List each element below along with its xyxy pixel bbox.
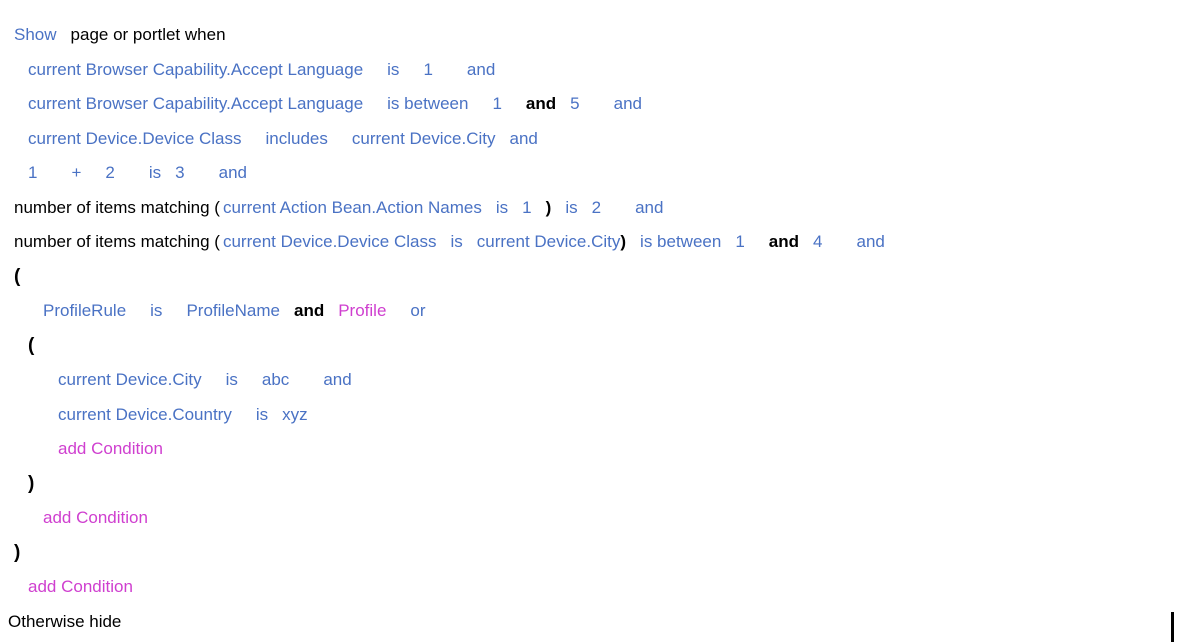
rule-target-label: page or portlet when xyxy=(70,25,226,44)
group-open-row-1: ( xyxy=(0,260,1180,295)
aggregate-prefix-5: number of items matching ( xyxy=(14,197,220,217)
condition-value-high-2[interactable]: 5 xyxy=(570,87,579,122)
condition-value-5[interactable]: 2 xyxy=(592,191,601,226)
condition-conjunction-4[interactable]: and xyxy=(219,156,247,191)
add-condition-row-middle: add Condition xyxy=(0,501,1180,536)
condition-value-10[interactable]: abc xyxy=(262,363,289,398)
condition-operator-2[interactable]: is between xyxy=(387,87,468,122)
condition-value-1[interactable]: 1 xyxy=(423,53,432,88)
text-caret xyxy=(1171,612,1174,642)
profile-link-8[interactable]: Profile xyxy=(338,294,386,329)
condition-conjunction-3[interactable]: and xyxy=(510,122,538,157)
condition-operator-8[interactable]: is xyxy=(150,294,162,329)
condition-value-11[interactable]: xyz xyxy=(282,398,308,433)
condition-value-4[interactable]: 3 xyxy=(175,156,184,191)
condition-inner-value-6[interactable]: current Device.City xyxy=(477,225,621,260)
condition-row-1: current Browser Capability.Accept Langua… xyxy=(0,53,1180,88)
condition-field-10[interactable]: current Device.City xyxy=(58,363,202,398)
condition-operand-a-4[interactable]: 1 xyxy=(28,156,37,191)
group-close-paren-2: ) xyxy=(28,472,35,494)
condition-value-8[interactable]: ProfileName xyxy=(186,294,280,329)
condition-field-3[interactable]: current Device.Device Class xyxy=(28,122,242,157)
add-condition-link-middle[interactable]: add Condition xyxy=(43,501,148,536)
rule-header-line: Show page or portlet when xyxy=(0,18,1180,53)
group-close-row-1: ) xyxy=(0,536,1180,571)
otherwise-hide-label: Otherwise hide xyxy=(8,611,122,631)
show-action-selector[interactable]: Show xyxy=(14,18,57,53)
condition-value-3[interactable]: current Device.City xyxy=(352,122,496,157)
condition-conjunction-6[interactable]: and xyxy=(857,225,885,260)
add-condition-link-outer[interactable]: add Condition xyxy=(28,570,133,605)
condition-conjunction-5[interactable]: and xyxy=(635,191,663,226)
condition-operator-10[interactable]: is xyxy=(226,363,238,398)
condition-value-high-6[interactable]: 4 xyxy=(813,225,822,260)
aggregate-prefix-6: number of items matching ( xyxy=(14,232,220,251)
condition-conjunction-2[interactable]: and xyxy=(614,87,642,122)
condition-field-1[interactable]: current Browser Capability.Accept Langua… xyxy=(28,53,363,88)
group-open-row-2: ( xyxy=(0,329,1180,364)
group-close-paren-1: ) xyxy=(14,541,21,563)
condition-value-low-2[interactable]: 1 xyxy=(492,87,501,122)
condition-range-and-6: and xyxy=(768,232,800,251)
group-open-paren-2: ( xyxy=(28,334,35,356)
condition-conjunction-8: and xyxy=(293,301,325,320)
condition-row-3: current Device.Device Class includes curre… xyxy=(0,122,1180,157)
condition-field-2[interactable]: current Browser Capability.Accept Langua… xyxy=(28,87,363,122)
condition-inner-operator-5[interactable]: is xyxy=(496,191,508,226)
condition-or-conjunction-8[interactable]: or xyxy=(410,294,425,329)
aggregate-close-paren-6: ) xyxy=(620,232,627,251)
condition-operator-5[interactable]: is xyxy=(565,191,577,226)
condition-operator-4[interactable]: is xyxy=(149,156,161,191)
condition-range-and-2: and xyxy=(525,94,557,113)
condition-field-8[interactable]: ProfileRule xyxy=(43,294,126,329)
add-condition-row-inner: add Condition xyxy=(0,432,1180,467)
condition-row-11: current Device.Country is xyz xyxy=(0,398,1180,433)
otherwise-row: Otherwise hide xyxy=(0,605,1180,640)
condition-value-low-6[interactable]: 1 xyxy=(735,225,744,260)
condition-operand-b-4[interactable]: 2 xyxy=(105,156,114,191)
aggregate-close-paren-5: ) xyxy=(545,197,552,217)
condition-field-5[interactable]: current Action Bean.Action Names xyxy=(223,191,482,226)
group-close-row-2: ) xyxy=(0,467,1180,502)
add-condition-row-outer: add Condition xyxy=(0,570,1180,605)
rule-builder-panel: Show page or portlet when current Browser… xyxy=(0,0,1180,639)
condition-inner-value-5[interactable]: 1 xyxy=(522,191,531,226)
condition-row-5: number of items matching (current Action… xyxy=(0,191,1180,226)
condition-conjunction-10[interactable]: and xyxy=(323,363,351,398)
add-condition-link-inner[interactable]: add Condition xyxy=(58,432,163,467)
condition-operator-11[interactable]: is xyxy=(256,398,268,433)
condition-inner-operator-6[interactable]: is xyxy=(450,225,462,260)
condition-row-4: 1 +2 is 3 and xyxy=(0,156,1180,191)
condition-conjunction-1[interactable]: and xyxy=(467,53,495,88)
condition-operator-3[interactable]: includes xyxy=(266,122,328,157)
condition-row-10: current Device.City is abc and xyxy=(0,363,1180,398)
condition-arith-operator-4[interactable]: + xyxy=(71,156,81,191)
condition-row-8: ProfileRule is ProfileName and Profile or xyxy=(0,294,1180,329)
condition-field-6[interactable]: current Device.Device Class xyxy=(223,225,437,260)
condition-operator-1[interactable]: is xyxy=(387,53,399,88)
condition-field-11[interactable]: current Device.Country xyxy=(58,398,232,433)
condition-operator-6[interactable]: is between xyxy=(640,225,721,260)
condition-row-6: number of items matching (current Device… xyxy=(0,225,1180,260)
condition-row-2: current Browser Capability.Accept Langua… xyxy=(0,87,1180,122)
group-open-paren-1: ( xyxy=(14,265,21,287)
